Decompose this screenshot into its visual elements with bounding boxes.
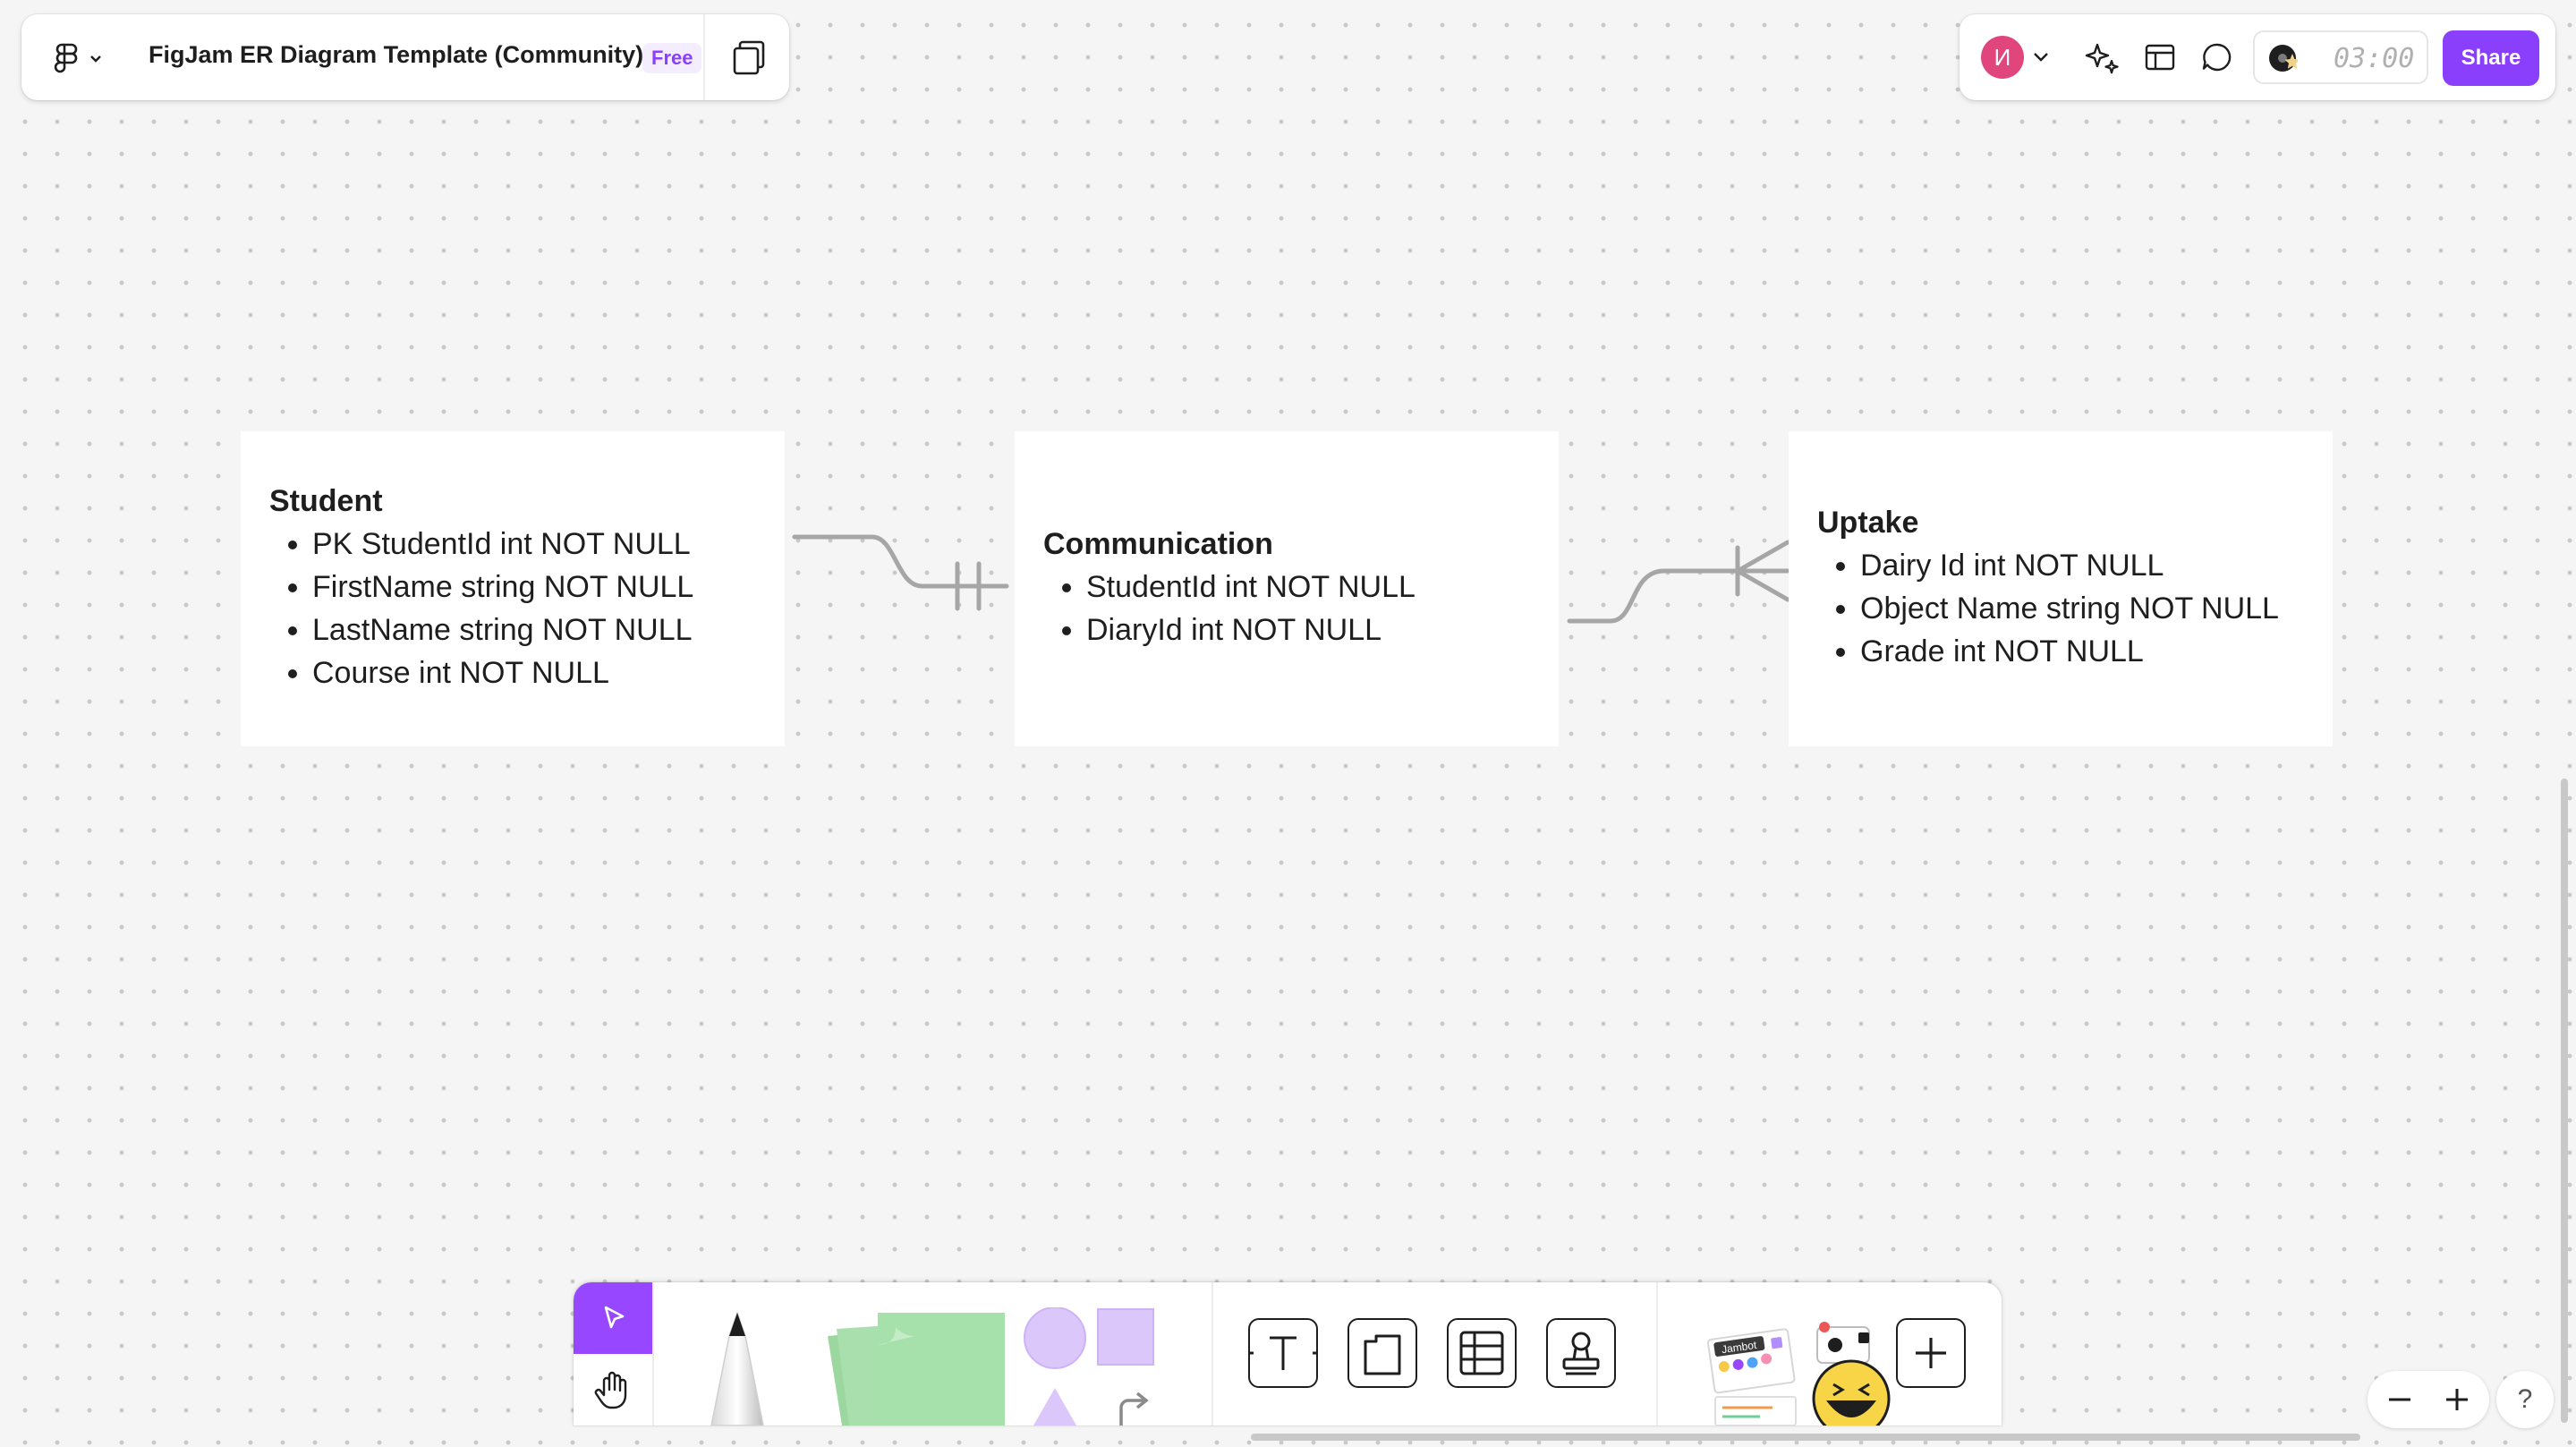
- cursor-icon: [604, 1306, 625, 1329]
- table-tool[interactable]: [1447, 1318, 1517, 1388]
- zoom-out-button[interactable]: [2371, 1371, 2428, 1428]
- text-icon: [1246, 1336, 1320, 1370]
- many-crowfoot-top: [1735, 540, 1790, 574]
- divider: [1211, 1282, 1213, 1426]
- entity-card-communication[interactable]: Communication StudentId int NOT NULL Dia…: [1015, 431, 1559, 746]
- vertical-scrollbar[interactable]: [2561, 779, 2568, 1423]
- entity-title: Communication: [1043, 526, 1273, 561]
- entity-field-list: PK StudentId int NOT NULL FirstName stri…: [269, 523, 767, 694]
- entity-field: Object Name string NOT NULL: [1860, 587, 2315, 630]
- entity-field: PK StudentId int NOT NULL: [312, 523, 767, 566]
- plus-icon: [1916, 1338, 1946, 1368]
- shapes-tool[interactable]: [1021, 1307, 1173, 1426]
- many-crowfoot-bottom: [1735, 568, 1790, 602]
- plus-icon: [2446, 1389, 2468, 1410]
- select-tool[interactable]: [574, 1282, 652, 1354]
- text-tool[interactable]: [1246, 1318, 1320, 1388]
- entity-field-list: Dairy Id int NOT NULL Object Name string…: [1817, 544, 2315, 673]
- entity-field: Course int NOT NULL: [312, 651, 767, 694]
- zoom-in-button[interactable]: [2428, 1371, 2486, 1428]
- entity-field: StudentId int NOT NULL: [1086, 566, 1541, 609]
- entity-card-uptake[interactable]: Uptake Dairy Id int NOT NULL Object Name…: [1789, 431, 2333, 746]
- entity-field: FirstName string NOT NULL: [312, 566, 767, 609]
- entity-title: Student: [269, 483, 383, 518]
- horizontal-scrollbar[interactable]: [1251, 1434, 2360, 1441]
- sticker-sheet-icon: Jambot: [1707, 1322, 1891, 1426]
- entity-field: DiaryId int NOT NULL: [1086, 609, 1541, 651]
- more-tools-button[interactable]: [1896, 1318, 1966, 1388]
- entity-field: Grade int NOT NULL: [1860, 630, 2315, 673]
- stamp-tool[interactable]: [1546, 1318, 1616, 1388]
- connector-student-communication[interactable]: [792, 534, 1009, 589]
- minus-icon: [2389, 1398, 2410, 1401]
- entity-title: Uptake: [1817, 505, 1919, 540]
- zoom-controls: [2368, 1371, 2489, 1428]
- section-tool[interactable]: [1348, 1318, 1417, 1388]
- stamp-icon: [1562, 1332, 1600, 1375]
- marker-pen-tool[interactable]: [688, 1309, 786, 1426]
- sticky-note-tool[interactable]: [810, 1309, 1007, 1426]
- help-button[interactable]: ?: [2496, 1371, 2554, 1428]
- divider: [652, 1282, 654, 1426]
- widgets-stickers-tool[interactable]: Jambot: [1683, 1300, 1898, 1426]
- section-icon: [1364, 1334, 1401, 1375]
- table-icon: [1459, 1331, 1504, 1375]
- divider: [1656, 1282, 1658, 1426]
- hand-icon: [594, 1371, 627, 1409]
- entity-field: Dairy Id int NOT NULL: [1860, 544, 2315, 587]
- entity-field-list: StudentId int NOT NULL DiaryId int NOT N…: [1043, 566, 1541, 651]
- entity-field: LastName string NOT NULL: [312, 609, 767, 651]
- entity-card-student[interactable]: Student PK StudentId int NOT NULL FirstN…: [241, 431, 785, 746]
- hand-tool[interactable]: [574, 1354, 652, 1426]
- creation-toolbar: Jambot: [574, 1282, 2002, 1426]
